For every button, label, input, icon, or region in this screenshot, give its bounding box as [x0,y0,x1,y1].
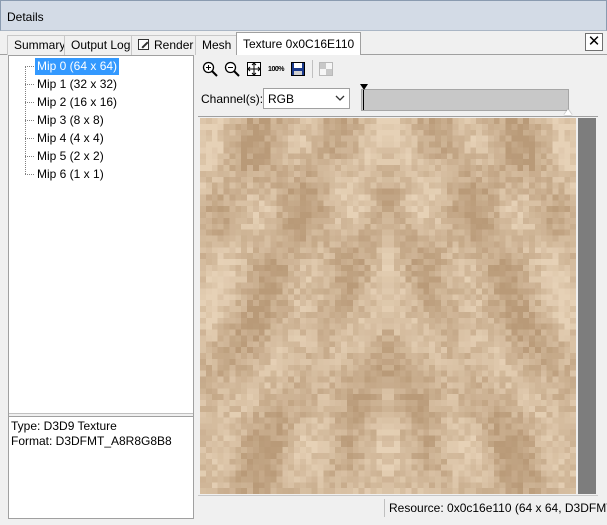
mip-item-label: Mip 2 (16 x 16) [37,95,118,109]
channel-select[interactable]: RGB [263,88,350,109]
tree-connector [25,138,34,139]
zoom-100-icon: 100% [268,65,284,73]
zoom-in-icon [202,61,218,77]
tab-render-label: Render [154,38,194,52]
texture-type: Type: D3D9 Texture [11,419,117,433]
mip-item-label: Mip 1 (32 x 32) [37,77,118,91]
vertical-scrollbar[interactable] [578,118,596,494]
zoom-out-icon [224,61,240,77]
tab-render[interactable]: Render [131,35,201,55]
zoom-100-button[interactable]: 100% [266,59,286,79]
mip-item-label: Mip 3 (8 x 8) [37,113,104,127]
checker-icon [319,62,333,76]
channel-label: Channel(s): [201,92,264,106]
window-titlebar: Details [0,0,607,31]
tab-output-log[interactable]: Output Log [64,35,138,55]
mip-item-label: Mip 0 (64 x 64) [35,58,120,75]
texture-info: Type: D3D9 Texture Format: D3DFMT_A8R8G8… [11,419,172,449]
mip-item-label: Mip 4 (4 x 4) [37,131,104,145]
range-min-handle[interactable] [360,84,368,90]
tree-connector [25,156,34,157]
tree-connector [25,174,34,175]
fit-button[interactable] [244,59,264,79]
save-icon [291,62,305,76]
checker-button[interactable] [316,59,336,79]
tree-connector [25,84,34,85]
tree-connector [25,102,34,103]
tab-strip: Summary Output Log Render Mesh Texture 0… [0,31,607,56]
close-tab-button[interactable]: ✕ [585,33,603,51]
panel-splitter[interactable] [9,413,193,417]
zoom-out-button[interactable] [222,59,242,79]
status-bar: Resource: 0x0c16e110 (64 x 64, D3DFMT_ [198,495,607,519]
mip-panel: Mip 0 (64 x 64) Mip 1 (32 x 32) Mip 2 (1… [8,55,194,519]
tree-connector [25,66,34,67]
close-icon: ✕ [587,32,601,50]
save-button[interactable] [288,59,308,79]
toolbar-separator [312,60,313,78]
tab-output-log-label: Output Log [71,38,131,52]
range-min-line [363,90,364,110]
mip-item-label: Mip 6 (1 x 1) [37,167,104,181]
texture-toolbar: 100% [198,58,340,80]
mip-tree[interactable]: Mip 0 (64 x 64) Mip 1 (32 x 32) Mip 2 (1… [9,56,193,412]
channel-row: Channel(s): RGB [198,84,598,115]
zoom-in-button[interactable] [200,59,220,79]
tab-mesh-label: Mesh [202,38,232,52]
channel-select-value: RGB [268,92,295,106]
range-max-handle[interactable] [564,109,572,115]
channel-range-slider[interactable] [360,84,572,115]
texture-pixels [200,118,576,494]
window-title: Details [7,10,44,24]
tab-mesh[interactable]: Mesh [195,35,239,55]
texture-image [200,118,576,494]
texture-view-panel: 100% Channel(s): RGB Resource: 0x0c16e11… [198,55,607,519]
status-text: Resource: 0x0c16e110 (64 x 64, D3DFMT_ [389,501,607,515]
texture-format: Format: D3DFMT_A8R8G8B8 [11,434,172,448]
chevron-down-icon [335,95,345,101]
tab-texture-label: Texture 0x0C16E110 [243,37,355,51]
tree-connector [25,120,34,121]
tab-summary-label: Summary [14,38,66,52]
render-icon [138,39,149,50]
fit-icon [247,62,261,76]
mip-item-label: Mip 5 (2 x 2) [37,149,104,163]
tab-texture[interactable]: Texture 0x0C16E110 [236,32,362,56]
status-divider [384,499,385,517]
texture-viewport[interactable] [198,116,598,494]
tab-summary[interactable]: Summary [7,35,73,55]
